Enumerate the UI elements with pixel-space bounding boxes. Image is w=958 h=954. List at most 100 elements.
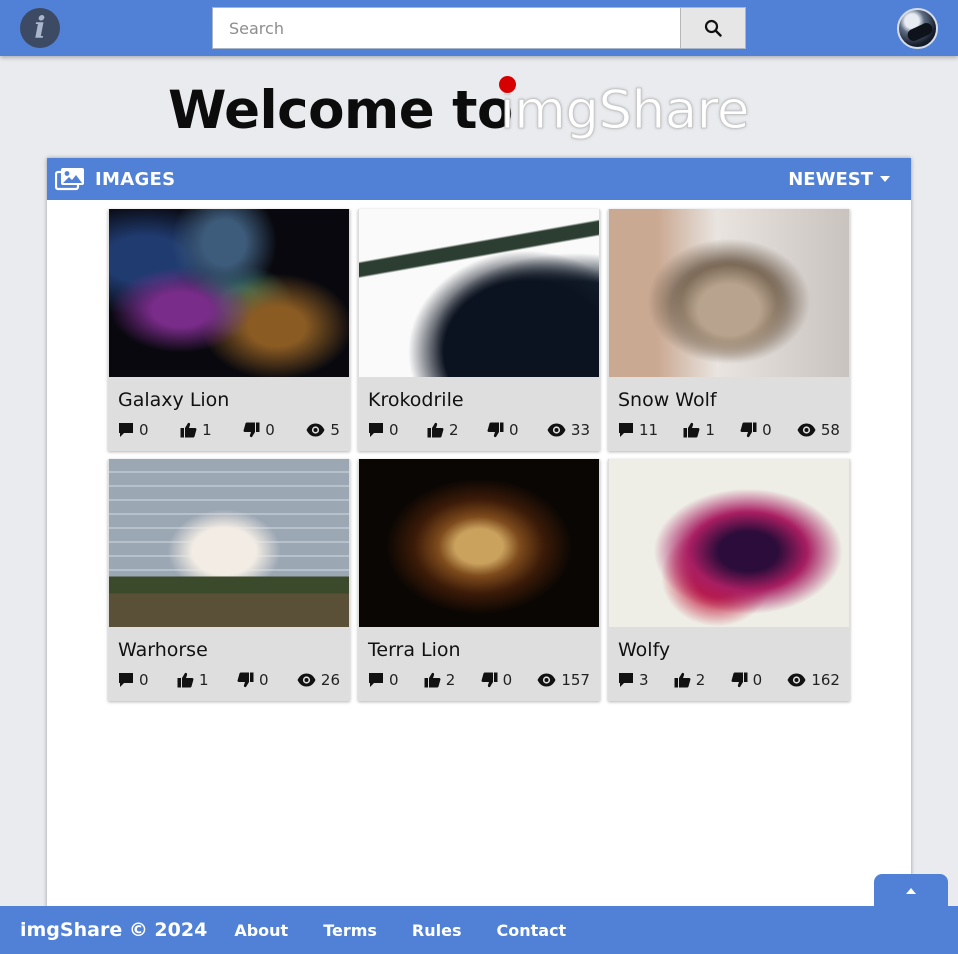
image-stats: 3 2 0 162 xyxy=(608,671,850,689)
comment-count: 0 xyxy=(389,421,399,439)
image-card-galaxy-lion[interactable]: Galaxy Lion 0 1 0 5 xyxy=(108,209,350,451)
comment-icon xyxy=(119,673,133,687)
view-count: 26 xyxy=(320,671,340,689)
footer-link-about[interactable]: About xyxy=(234,921,288,940)
thumbs-up-icon xyxy=(427,422,444,438)
comment-icon xyxy=(619,423,633,437)
sort-dropdown[interactable]: NEWEST xyxy=(788,169,891,190)
footer: imgShare © 2024 About Terms Rules Contac… xyxy=(0,906,958,954)
dislike-count: 0 xyxy=(258,671,269,689)
image-title[interactable]: Terra Lion xyxy=(358,627,600,671)
dislikes-stat[interactable]: 0 xyxy=(237,671,269,689)
dislike-count: 0 xyxy=(265,421,275,439)
views-stat: 26 xyxy=(297,671,340,689)
image-title[interactable]: Warhorse xyxy=(108,627,350,671)
image-title[interactable]: Snow Wolf xyxy=(608,377,850,421)
comment-icon xyxy=(119,423,133,437)
comment-icon xyxy=(369,673,383,687)
image-thumbnail[interactable] xyxy=(359,459,599,627)
comments-stat: 0 xyxy=(118,671,149,689)
eye-icon xyxy=(547,423,566,437)
image-card-krokodrile[interactable]: Krokodrile 0 2 0 33 xyxy=(358,209,600,451)
image-card-terra-lion[interactable]: Terra Lion 0 2 0 157 xyxy=(358,459,600,701)
like-count: 2 xyxy=(448,421,459,439)
thumbs-down-icon xyxy=(243,422,260,438)
search-button[interactable] xyxy=(680,8,745,48)
images-panel: IMAGES NEWEST Galaxy Lion 0 1 0 5 Krokod… xyxy=(47,158,911,918)
dislikes-stat[interactable]: 0 xyxy=(487,421,519,439)
brand-dot xyxy=(499,76,516,93)
likes-stat[interactable]: 1 xyxy=(177,671,209,689)
image-card-snow-wolf[interactable]: Snow Wolf 11 1 0 58 xyxy=(608,209,850,451)
image-title[interactable]: Wolfy xyxy=(608,627,850,671)
thumbs-up-icon xyxy=(177,672,194,688)
panel-header: IMAGES NEWEST xyxy=(47,158,911,200)
dislikes-stat[interactable]: 0 xyxy=(481,671,513,689)
likes-stat[interactable]: 2 xyxy=(427,421,459,439)
comments-stat: 0 xyxy=(368,671,399,689)
thumbs-down-icon xyxy=(481,672,498,688)
image-stats: 11 1 0 58 xyxy=(608,421,850,439)
scroll-to-top-button[interactable] xyxy=(874,874,948,908)
comment-count: 11 xyxy=(639,421,659,439)
thumbs-up-icon xyxy=(180,422,197,438)
comment-count: 0 xyxy=(389,671,399,689)
brand-logo-text: imgShare xyxy=(500,80,750,142)
image-card-warhorse[interactable]: Warhorse 0 1 0 26 xyxy=(108,459,350,701)
comment-count: 0 xyxy=(139,421,149,439)
image-title[interactable]: Krokodrile xyxy=(358,377,600,421)
dislike-count: 0 xyxy=(502,671,513,689)
eye-icon xyxy=(297,673,316,687)
search-input[interactable] xyxy=(213,8,680,48)
eye-icon xyxy=(797,423,816,437)
image-grid: Galaxy Lion 0 1 0 5 Krokodrile 0 2 0 33 … xyxy=(108,209,850,701)
comments-stat: 0 xyxy=(118,421,149,439)
likes-stat[interactable]: 2 xyxy=(424,671,455,689)
views-stat: 58 xyxy=(797,421,840,439)
info-icon[interactable]: i xyxy=(20,8,60,48)
image-thumbnail[interactable] xyxy=(109,209,349,377)
like-count: 2 xyxy=(695,671,706,689)
image-card-wolfy[interactable]: Wolfy 3 2 0 162 xyxy=(608,459,850,701)
thumbs-up-icon xyxy=(424,672,441,688)
image-thumbnail[interactable] xyxy=(109,459,349,627)
caret-up-icon xyxy=(906,888,916,894)
search-icon xyxy=(704,19,722,37)
caret-down-icon xyxy=(880,176,890,182)
top-navbar: i xyxy=(0,0,958,56)
dislikes-stat[interactable]: 0 xyxy=(243,421,275,439)
view-count: 5 xyxy=(330,421,340,439)
likes-stat[interactable]: 2 xyxy=(674,671,706,689)
likes-stat[interactable]: 1 xyxy=(683,421,715,439)
views-stat: 33 xyxy=(547,421,590,439)
image-thumbnail[interactable] xyxy=(359,209,599,377)
comments-stat: 0 xyxy=(368,421,399,439)
dislikes-stat[interactable]: 0 xyxy=(731,671,763,689)
comment-icon xyxy=(619,673,633,687)
view-count: 33 xyxy=(570,421,590,439)
likes-stat[interactable]: 1 xyxy=(180,421,212,439)
sort-label: NEWEST xyxy=(788,168,873,190)
comments-stat: 3 xyxy=(618,671,649,689)
views-stat: 162 xyxy=(787,671,840,689)
like-count: 1 xyxy=(202,421,212,439)
thumbs-down-icon xyxy=(731,672,748,688)
thumbs-down-icon xyxy=(740,422,757,438)
like-count: 1 xyxy=(705,421,715,439)
views-stat: 5 xyxy=(306,421,340,439)
view-count: 58 xyxy=(820,421,840,439)
comments-stat: 11 xyxy=(618,421,658,439)
comment-count: 0 xyxy=(139,671,149,689)
footer-link-terms[interactable]: Terms xyxy=(323,921,377,940)
image-thumbnail[interactable] xyxy=(609,209,849,377)
view-count: 157 xyxy=(561,671,590,689)
dislikes-stat[interactable]: 0 xyxy=(740,421,772,439)
footer-link-rules[interactable]: Rules xyxy=(412,921,462,940)
image-title[interactable]: Galaxy Lion xyxy=(108,377,350,421)
dislike-count: 0 xyxy=(508,421,519,439)
user-avatar[interactable] xyxy=(897,8,938,49)
dislike-count: 0 xyxy=(752,671,763,689)
eye-icon xyxy=(306,423,325,437)
image-thumbnail[interactable] xyxy=(609,459,849,627)
footer-link-contact[interactable]: Contact xyxy=(497,921,567,940)
